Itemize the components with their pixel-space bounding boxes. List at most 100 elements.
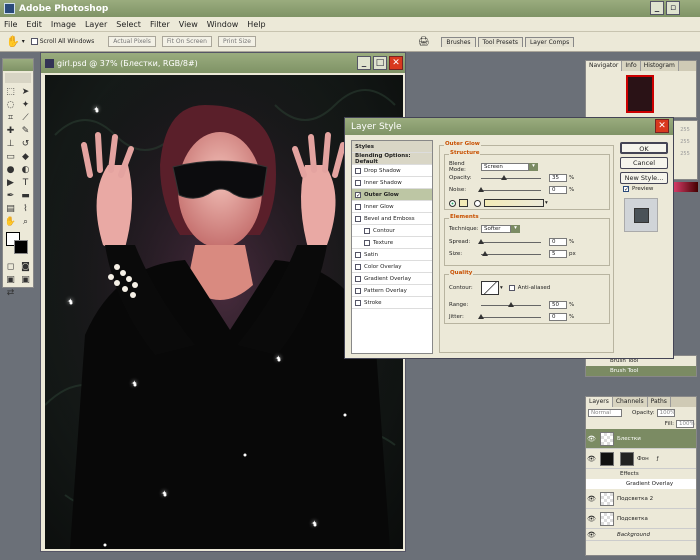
- background-color[interactable]: [14, 240, 28, 254]
- layer-row-sparkles[interactable]: 👁 Блестки: [586, 429, 696, 449]
- styles-item[interactable]: Styles: [352, 141, 432, 153]
- layer-comps-tab[interactable]: Layer Comps: [524, 36, 575, 47]
- healing-brush-icon[interactable]: ✚: [4, 125, 17, 137]
- zoom-tool-icon[interactable]: ⌕: [19, 216, 32, 228]
- quickmask-mode-icon[interactable]: ◙: [19, 261, 32, 273]
- checkbox-checked[interactable]: [355, 191, 361, 198]
- screen-mode-2-icon[interactable]: ▣: [19, 274, 32, 286]
- menu-select[interactable]: Select: [116, 20, 141, 29]
- outer-glow-item[interactable]: Outer Glow: [352, 189, 432, 201]
- solid-color-radio[interactable]: [449, 199, 456, 207]
- cancel-button[interactable]: Cancel: [620, 157, 668, 169]
- menu-view[interactable]: View: [179, 20, 198, 29]
- eye-icon[interactable]: 👁: [586, 455, 597, 463]
- dialog-close-button[interactable]: ✕: [655, 119, 669, 133]
- tab-info[interactable]: Info: [622, 61, 641, 71]
- screen-mode-1-icon[interactable]: ▣: [4, 274, 17, 286]
- eye-icon[interactable]: 👁: [586, 495, 597, 503]
- tool-preset-arrow-icon[interactable]: ▾: [22, 38, 25, 45]
- checkbox[interactable]: [355, 287, 361, 294]
- tab-histogram[interactable]: Histogram: [640, 61, 679, 71]
- doc-close-button[interactable]: ✕: [389, 56, 403, 70]
- checkbox[interactable]: [355, 275, 361, 282]
- slider-knob[interactable]: [478, 313, 484, 319]
- new-style-button[interactable]: New Style...: [620, 172, 668, 184]
- checkbox[interactable]: [355, 299, 361, 306]
- crop-tool-icon[interactable]: ⌗: [4, 112, 17, 124]
- spread-field[interactable]: 0: [549, 238, 567, 246]
- layer-row-highlight-2[interactable]: 👁 Подсветка 2: [586, 489, 696, 509]
- jitter-slider[interactable]: [478, 313, 541, 319]
- eye-icon[interactable]: 👁: [586, 531, 597, 539]
- texture-item[interactable]: Texture: [352, 237, 432, 249]
- fit-on-screen-button[interactable]: Fit On Screen: [161, 36, 212, 47]
- color-overlay-item[interactable]: Color Overlay: [352, 261, 432, 273]
- menu-edit[interactable]: Edit: [26, 20, 42, 29]
- shape-tool-icon[interactable]: ▬: [19, 190, 32, 202]
- dropdown-arrow-icon[interactable]: ▾: [529, 163, 538, 171]
- pen-tool-icon[interactable]: ✒: [4, 190, 17, 202]
- dropdown-arrow-icon[interactable]: ▾: [511, 225, 520, 233]
- jitter-field[interactable]: 0: [549, 313, 567, 321]
- marquee-tool-icon[interactable]: ⬚: [4, 86, 17, 98]
- glow-color-swatch[interactable]: [459, 199, 468, 207]
- brush-tool-icon[interactable]: ✎: [19, 125, 32, 137]
- layer-row-background[interactable]: 👁 Background: [586, 529, 696, 541]
- print-size-button[interactable]: Print Size: [217, 36, 256, 47]
- layer-effect-gradient-overlay[interactable]: Gradient Overlay: [586, 479, 696, 489]
- ok-button[interactable]: OK: [620, 142, 668, 154]
- file-browser-icon[interactable]: 🖨: [418, 37, 429, 47]
- stroke-item[interactable]: Stroke: [352, 297, 432, 309]
- layer-effects-label[interactable]: Effects: [586, 469, 696, 479]
- range-slider[interactable]: [481, 301, 541, 307]
- blend-mode-dropdown[interactable]: Screen: [481, 163, 529, 171]
- tab-channels[interactable]: Channels: [612, 397, 648, 407]
- checkbox[interactable]: [355, 203, 361, 210]
- layer-row-background-image[interactable]: 👁 Фон ƒ: [586, 449, 696, 469]
- menu-layer[interactable]: Layer: [85, 20, 107, 29]
- slider-knob[interactable]: [478, 238, 484, 244]
- magic-wand-icon[interactable]: ✦: [19, 99, 32, 111]
- blend-mode-select[interactable]: Normal: [588, 408, 622, 417]
- satin-item[interactable]: Satin: [352, 249, 432, 261]
- jump-to-imageready-icon[interactable]: ⇄: [4, 287, 17, 299]
- tab-layers[interactable]: Layers: [586, 397, 613, 407]
- menu-filter[interactable]: Filter: [150, 20, 170, 29]
- hand-tool-icon[interactable]: ✋: [6, 35, 20, 48]
- glow-gradient-swatch[interactable]: [484, 199, 544, 207]
- layer-row-highlight[interactable]: 👁 Подсветка: [586, 509, 696, 529]
- contour-preview[interactable]: [481, 281, 499, 295]
- doc-minimize-button[interactable]: _: [357, 56, 371, 70]
- bucket-tool-icon[interactable]: ◆: [19, 151, 32, 163]
- menu-help[interactable]: Help: [247, 20, 265, 29]
- navigator-thumbnail[interactable]: [626, 75, 654, 113]
- blending-options-item[interactable]: Blending Options: Default: [352, 153, 432, 165]
- actual-pixels-button[interactable]: Actual Pixels: [108, 36, 156, 47]
- checkbox[interactable]: [355, 167, 361, 174]
- inner-shadow-item[interactable]: Inner Shadow: [352, 177, 432, 189]
- slider-knob[interactable]: [482, 250, 488, 256]
- layer-opacity-field[interactable]: 100%: [656, 408, 675, 417]
- dodge-tool-icon[interactable]: ◐: [19, 164, 32, 176]
- eye-icon[interactable]: 👁: [586, 435, 597, 443]
- brushes-tab[interactable]: Brushes: [441, 36, 476, 47]
- noise-slider[interactable]: [478, 186, 541, 192]
- menu-image[interactable]: Image: [51, 20, 76, 29]
- eraser-tool-icon[interactable]: ▭: [4, 151, 17, 163]
- stamp-tool-icon[interactable]: ⊥: [4, 138, 17, 150]
- eye-icon[interactable]: 👁: [586, 515, 597, 523]
- checkbox[interactable]: [355, 251, 361, 258]
- restore-button[interactable]: ▫: [666, 1, 680, 15]
- color-swatches[interactable]: [5, 231, 31, 257]
- history-item-selected[interactable]: Brush Tool: [586, 366, 696, 376]
- range-field[interactable]: 50: [549, 301, 567, 309]
- menu-file[interactable]: File: [4, 20, 17, 29]
- opacity-field[interactable]: 35: [549, 174, 567, 182]
- tool-presets-tab[interactable]: Tool Presets: [477, 36, 523, 47]
- doc-maximize-button[interactable]: □: [373, 56, 387, 70]
- type-tool-icon[interactable]: T: [19, 177, 32, 189]
- inner-glow-item[interactable]: Inner Glow: [352, 201, 432, 213]
- move-tool-icon[interactable]: ➤: [19, 86, 32, 98]
- gradient-radio[interactable]: [474, 199, 481, 207]
- gradient-dropdown-arrow-icon[interactable]: ▾: [545, 200, 548, 206]
